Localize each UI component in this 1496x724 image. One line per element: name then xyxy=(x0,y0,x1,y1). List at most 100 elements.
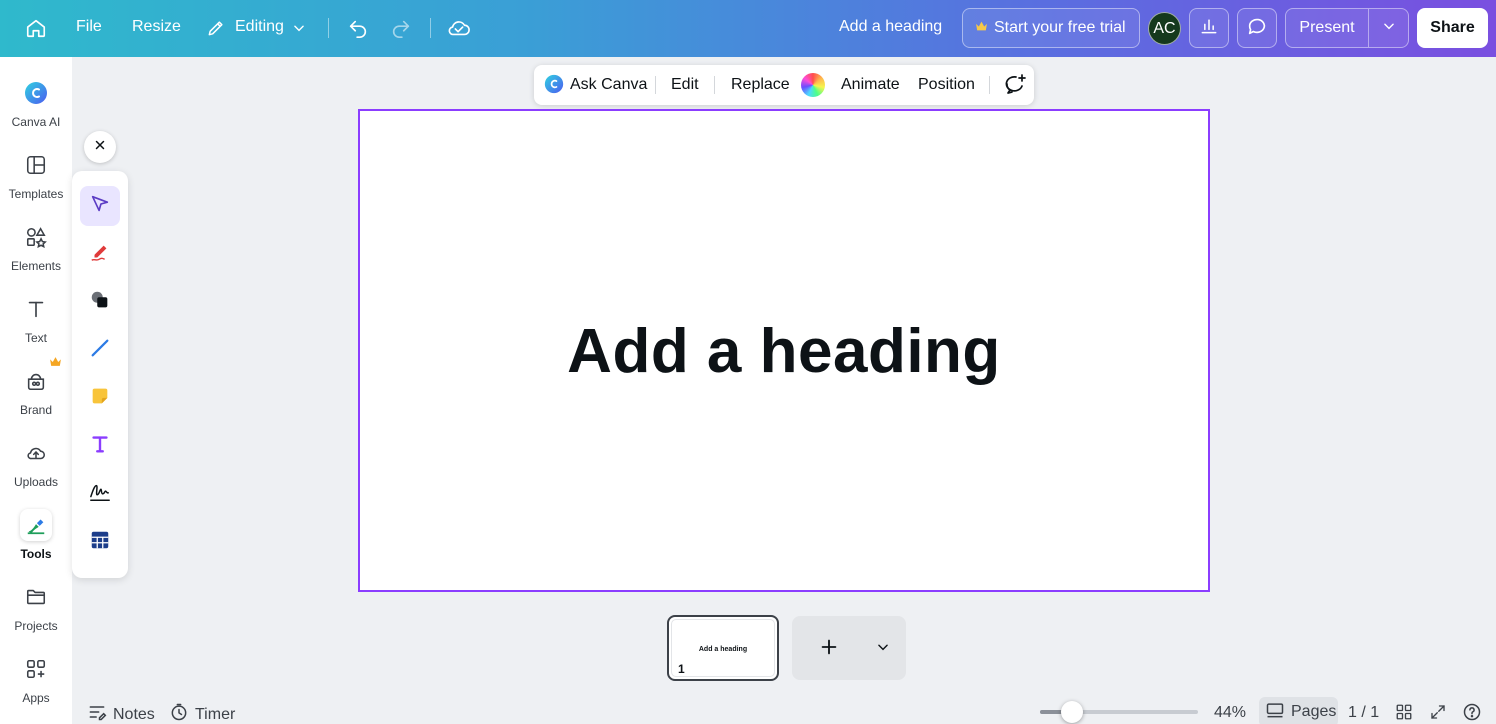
templates-icon xyxy=(20,149,52,181)
trial-label: Start your free trial xyxy=(994,19,1126,36)
chevron-down-icon[interactable] xyxy=(285,14,313,42)
share-button[interactable]: Share xyxy=(1417,8,1488,48)
pages-icon xyxy=(1265,700,1285,724)
chart-icon xyxy=(1199,16,1219,41)
signature-tool[interactable] xyxy=(80,474,120,514)
present-options-button[interactable] xyxy=(1369,9,1408,47)
file-menu[interactable]: File xyxy=(76,18,102,36)
line-icon xyxy=(89,337,111,364)
sidebar-item-uploads[interactable]: Uploads xyxy=(0,435,72,501)
left-sidebar: Canva AI Templates Elements Text Brand U… xyxy=(0,57,72,724)
present-button[interactable]: Present xyxy=(1286,9,1369,47)
sidebar-item-canva-ai[interactable]: Canva AI xyxy=(0,75,72,141)
sidebar-item-apps[interactable]: Apps xyxy=(0,651,72,717)
document-title[interactable]: Add a heading xyxy=(839,18,942,36)
comment-icon xyxy=(1246,15,1268,42)
tools-panel xyxy=(72,171,128,578)
add-page-button[interactable] xyxy=(792,616,906,680)
undo-icon[interactable] xyxy=(344,14,372,42)
select-icon xyxy=(89,193,111,220)
sidebar-item-label: Uploads xyxy=(13,475,59,489)
line-tool[interactable] xyxy=(80,330,120,370)
divider xyxy=(655,76,656,94)
edit-button[interactable]: Edit xyxy=(671,76,699,94)
crown-icon xyxy=(49,354,62,372)
replace-button[interactable]: Replace xyxy=(731,76,790,94)
text-icon xyxy=(20,293,52,325)
fullscreen-icon[interactable] xyxy=(1427,701,1449,723)
sidebar-item-label: Elements xyxy=(10,259,62,273)
sidebar-item-label: Projects xyxy=(14,619,58,633)
top-bar: File Resize Editing Add a heading Start … xyxy=(0,0,1496,57)
zoom-level[interactable]: 44% xyxy=(1214,704,1246,722)
present-button-group: Present xyxy=(1285,8,1409,48)
start-free-trial-button[interactable]: Start your free trial xyxy=(962,8,1140,48)
shapes-icon xyxy=(89,289,111,316)
divider xyxy=(714,76,715,94)
canvas-heading-text[interactable]: Add a heading xyxy=(360,316,1208,387)
notes-label: Notes xyxy=(113,705,155,723)
redo-icon[interactable] xyxy=(387,14,415,42)
add-comment-icon[interactable] xyxy=(1003,73,1027,102)
brand-icon xyxy=(20,365,52,397)
page-count: 1 / 1 xyxy=(1348,704,1380,721)
text-tool[interactable] xyxy=(80,426,120,466)
editing-mode-menu[interactable]: Editing xyxy=(235,18,284,36)
sidebar-item-projects[interactable]: Projects xyxy=(0,579,72,645)
text-tool-icon xyxy=(89,433,111,460)
chevron-down-icon xyxy=(1382,19,1396,38)
page-thumbnail-preview: Add a heading 1 xyxy=(671,619,775,677)
animate-button[interactable]: Animate xyxy=(841,76,900,94)
design-canvas[interactable]: Add a heading xyxy=(358,109,1210,592)
sidebar-item-label: Brand xyxy=(19,403,53,417)
page-thumbnail[interactable]: Add a heading 1 xyxy=(667,615,779,681)
sidebar-item-elements[interactable]: Elements xyxy=(0,219,72,285)
sticky-note-tool[interactable] xyxy=(80,378,120,418)
sidebar-item-label: Apps xyxy=(22,691,50,705)
divider xyxy=(328,18,329,38)
resize-menu[interactable]: Resize xyxy=(132,18,181,36)
sidebar-item-templates[interactable]: Templates xyxy=(0,147,72,213)
timer-button[interactable]: Timer xyxy=(169,702,235,724)
notes-button[interactable]: Notes xyxy=(87,702,155,724)
pages-label: Pages xyxy=(1291,703,1337,720)
table-tool[interactable] xyxy=(80,522,120,562)
shapes-tool[interactable] xyxy=(80,282,120,322)
divider xyxy=(430,18,431,38)
sidebar-item-label: Tools xyxy=(20,547,52,561)
help-icon[interactable] xyxy=(1461,701,1483,723)
zoom-slider-handle[interactable] xyxy=(1060,701,1083,723)
close-tools-button[interactable] xyxy=(84,131,116,163)
sidebar-item-label: Canva AI xyxy=(11,115,61,129)
pencil-icon[interactable] xyxy=(202,14,230,42)
page-number: 1 xyxy=(678,662,685,676)
chevron-down-icon[interactable] xyxy=(876,640,890,659)
draw-tool[interactable] xyxy=(80,234,120,274)
avatar[interactable]: AC xyxy=(1148,12,1181,45)
select-tool[interactable] xyxy=(80,186,120,226)
signature-icon xyxy=(88,481,112,508)
elements-icon xyxy=(20,221,52,253)
insights-button[interactable] xyxy=(1189,8,1229,48)
crown-icon xyxy=(975,19,988,37)
color-picker-button[interactable] xyxy=(801,73,825,97)
cloud-check-icon[interactable] xyxy=(445,14,473,42)
position-button[interactable]: Position xyxy=(918,76,975,94)
sidebar-item-brand[interactable]: Brand xyxy=(0,363,72,429)
ask-canva-button[interactable]: Ask Canva xyxy=(570,76,647,94)
plus-icon xyxy=(818,636,840,663)
home-icon[interactable] xyxy=(22,14,50,42)
sidebar-item-tools[interactable]: Tools xyxy=(0,507,72,573)
sidebar-item-text[interactable]: Text xyxy=(0,291,72,357)
comments-button[interactable] xyxy=(1237,8,1277,48)
pages-button[interactable]: Pages xyxy=(1259,697,1338,724)
sidebar-item-label: Text xyxy=(24,331,47,345)
table-icon xyxy=(89,529,111,556)
tools-icon xyxy=(20,509,52,541)
timer-icon xyxy=(169,702,189,724)
divider xyxy=(989,76,990,94)
grid-view-icon[interactable] xyxy=(1393,701,1415,723)
sticky-note-icon xyxy=(89,385,111,412)
notes-icon xyxy=(87,702,107,724)
zoom-slider[interactable] xyxy=(1040,701,1198,723)
